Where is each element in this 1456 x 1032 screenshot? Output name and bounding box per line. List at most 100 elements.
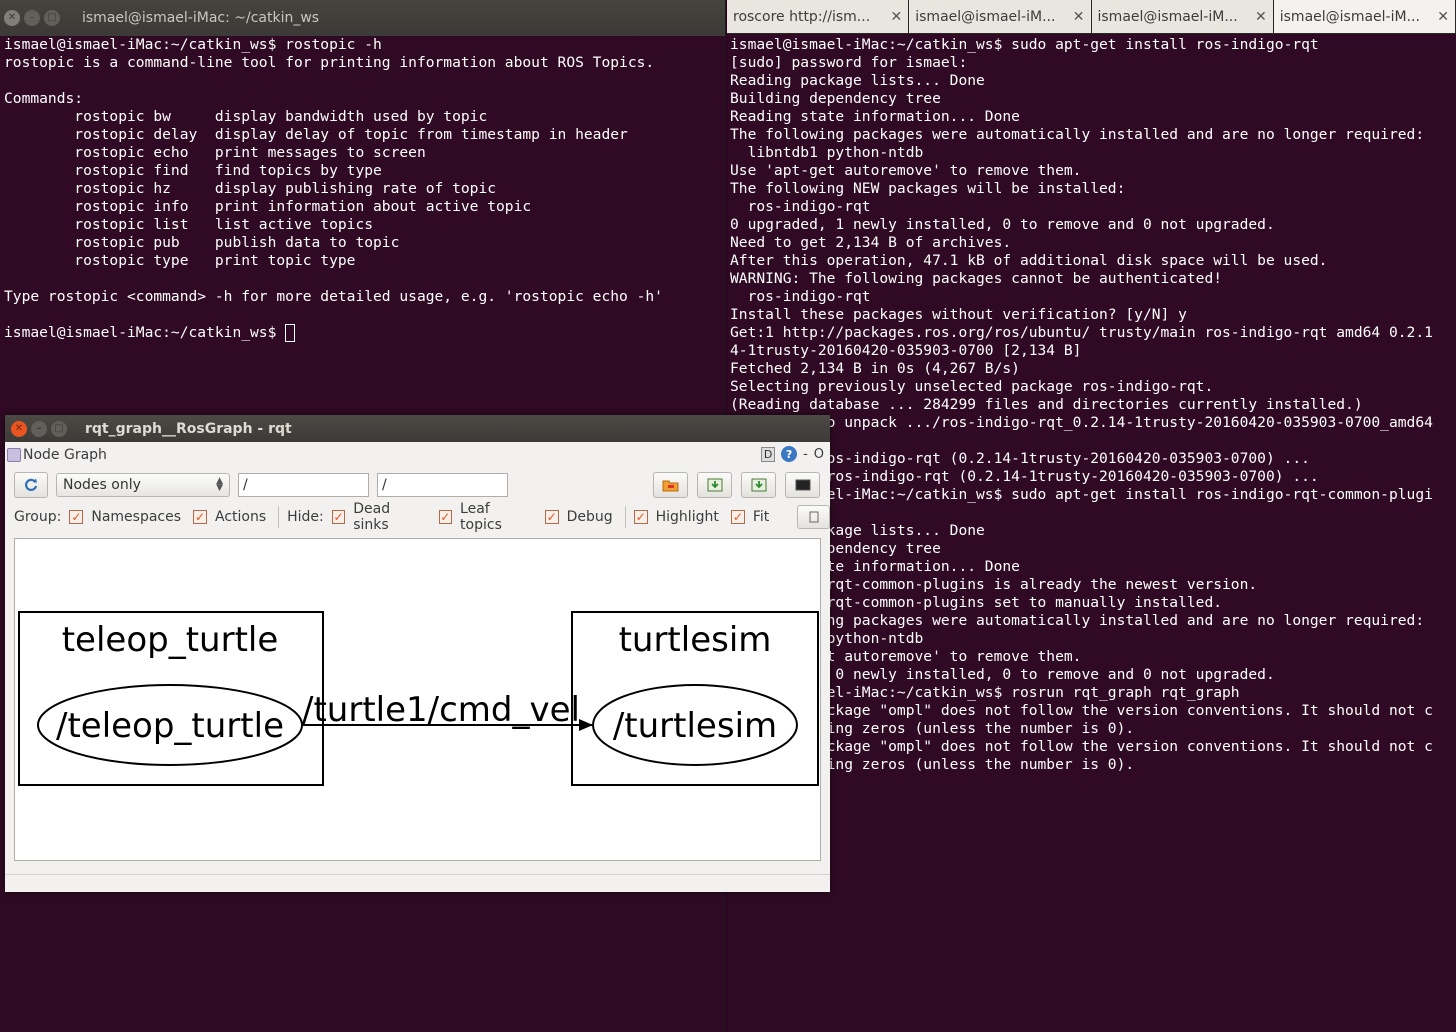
combo-arrows-icon: ▲ ▼ [216,476,223,493]
terminal-tab-2[interactable]: ismael@ismael-iM... ✕ [909,0,1092,33]
terminal-line: Reading package lists... Done [730,522,985,539]
checkbox-label: Actions [215,509,267,525]
terminal-line: Use 'apt-get autoremove' to remove them. [730,648,1082,665]
cluster-label-turtlesim: turtlesim [619,620,772,660]
terminal-line: [sudo] password for ismael: [730,54,968,71]
actions-checkbox[interactable]: ✓ Actions [193,509,266,525]
terminal-line: rostopic find find topics by type [4,162,382,179]
terminal-line: rostopic info print information about ac… [4,198,532,215]
tab-label: ismael@ismael-iM... [1279,8,1420,25]
terminal-line: After this operation, 47.1 kB of additio… [730,252,1328,269]
terminal-line: ismael@ismael-iMac:~/catkin_ws$ sudo apt… [730,486,1433,503]
close-icon[interactable]: ✕ [1255,9,1267,25]
dock-icon[interactable]: D [761,446,776,462]
display-mode-select[interactable]: Nodes only ▲ ▼ [56,473,230,497]
terminal-line: Install these packages without verificat… [730,306,1187,323]
terminal-tab-3[interactable]: ismael@ismael-iM... ✕ [1091,0,1274,33]
tab-label: roscore http://ism... [733,8,871,25]
folder-open-icon [662,480,678,492]
node-label-turtlesim: /turtlesim [613,706,777,746]
save-image-button[interactable] [785,472,820,498]
fit-checkbox[interactable]: ✓ Fit [730,509,770,525]
terminal-line: Preparing to unpack .../ros-indigo-rqt_0… [730,414,1433,431]
terminal-line: ontain leading zeros (unless the number … [730,720,1135,737]
terminal-line: (Reading database ... 284299 files and d… [730,396,1363,413]
debug-checkbox[interactable]: ✓ Debug [544,509,613,525]
namespaces-checkbox[interactable]: ✓ Namespaces [69,509,181,525]
terminal-line: rostopic type print topic type [4,252,356,269]
terminal-line: Setting up ros-indigo-rqt (0.2.14-1trust… [730,468,1319,485]
close-plugin-button[interactable]: O [814,447,824,462]
close-icon[interactable]: ✕ [1437,9,1449,25]
load-dot-button[interactable] [653,472,688,498]
group-label: Group: [14,509,62,525]
terminal-line: Reading state information... Done [730,108,1020,125]
checkmark-icon: ✓ [69,510,84,524]
maximize-icon[interactable]: □ [51,420,67,437]
graph-canvas[interactable]: teleop_turtle /teleop_turtle /turtle1/cm… [14,538,821,861]
checkmark-icon: ✓ [633,510,648,524]
terminal-line: ontain leading zeros (unless the number … [730,756,1135,773]
fit-icon [809,511,819,523]
save-dot-button[interactable] [697,472,732,498]
terminal-line: ros-indigo-rqt [730,198,871,215]
node-filter-input[interactable] [238,473,369,497]
terminal-line: Get:1 http://packages.ros.org/ros/ubuntu… [730,324,1433,341]
close-icon[interactable]: ✕ [1073,9,1085,25]
maximize-icon[interactable]: □ [44,10,60,26]
cluster-label-teleop-turtle: teleop_turtle [62,620,279,660]
terminal-line: libntdb1 python-ntdb [730,144,924,161]
terminal-line: The following packages were automaticall… [730,612,1425,629]
screen-icon [795,479,810,491]
terminal-line: rostopic echo print messages to screen [4,144,426,161]
terminal-tab-1[interactable]: roscore http://ism... ✕ [727,0,910,33]
status-bar [5,874,830,892]
tab-label: ismael@ismael-iM... [1097,8,1238,25]
terminal-line: Need to get 2,134 B of archives. [730,234,1012,251]
fit-in-view-button[interactable] [797,505,830,529]
refresh-button[interactable] [14,472,48,498]
rqt-window-title: rqt_graph__RosGraph - rqt [85,420,292,437]
dead-sinks-checkbox[interactable]: ✓ Dead sinks [331,501,427,533]
save-svg-button[interactable] [741,472,776,498]
minimize-icon[interactable]: – [24,10,40,26]
help-icon[interactable]: ? [781,446,798,462]
rqt-titlebar[interactable]: ✕ – □ rqt_graph__RosGraph - rqt [5,415,830,442]
terminal-line: Unpacking ros-indigo-rqt (0.2.14-1trusty… [730,450,1310,467]
right-terminal-output[interactable]: ismael@ismael-iMac:~/catkin_ws$ sudo apt… [727,34,1456,774]
checkbox-label: Debug [566,509,613,525]
terminal-line: 0 upgraded, 1 newly installed, 0 to remo… [730,216,1275,233]
checkbox-label: Fit [752,509,770,525]
terminal-line: 0 upgraded, 0 newly installed, 0 to remo… [730,666,1275,683]
left-terminal-titlebar[interactable]: ✕ – □ ismael@ismael-iMac: ~/catkin_ws [0,0,725,36]
terminal-prompt-line[interactable]: ismael@ismael-iMac:~/catkin_ws$ [4,324,725,342]
highlight-checkbox[interactable]: ✓ Highlight [633,509,719,525]
divider [624,506,626,528]
terminal-line: ismael@ismael-iMac:~/catkin_ws$ rostopic… [4,36,382,53]
terminal-line: ros-indigo-rqt-common-plugins set to man… [730,594,1223,611]
right-terminal-window[interactable]: roscore http://ism... ✕ ismael@ismael-iM… [727,0,1456,1032]
terminal-line: Reading package lists... Done [730,72,985,89]
text-cursor [285,324,296,342]
topic-filter-input[interactable] [377,473,508,497]
minimize-icon[interactable]: – [31,420,47,437]
terminal-line: ismael@ismael-iMac:~/catkin_ws$ rosrun r… [730,684,1240,701]
terminal-tab-bar: roscore http://ism... ✕ ismael@ismael-iM… [727,0,1456,34]
save-dot-icon [707,478,722,492]
minimize-plugin-button[interactable]: - [803,447,808,462]
divider [278,506,280,528]
rqt-graph-window[interactable]: ✕ – □ rqt_graph__RosGraph - rqt Node Gra… [5,415,830,892]
close-icon[interactable]: ✕ [4,10,20,26]
left-terminal-output[interactable]: ismael@ismael-iMac:~/catkin_ws$ rostopic… [0,36,725,342]
checkbox-label: Namespaces [91,509,182,525]
checkbox-label: Leaf topics [460,501,502,533]
terminal-tab-4[interactable]: ismael@ismael-iM... ✕ [1273,0,1456,33]
leaf-topics-checkbox[interactable]: ✓ Leaf topics [438,501,533,533]
close-icon[interactable]: ✕ [891,9,903,25]
terminal-line: ros-indigo-rqt [730,288,871,305]
close-icon[interactable]: ✕ [11,420,27,437]
